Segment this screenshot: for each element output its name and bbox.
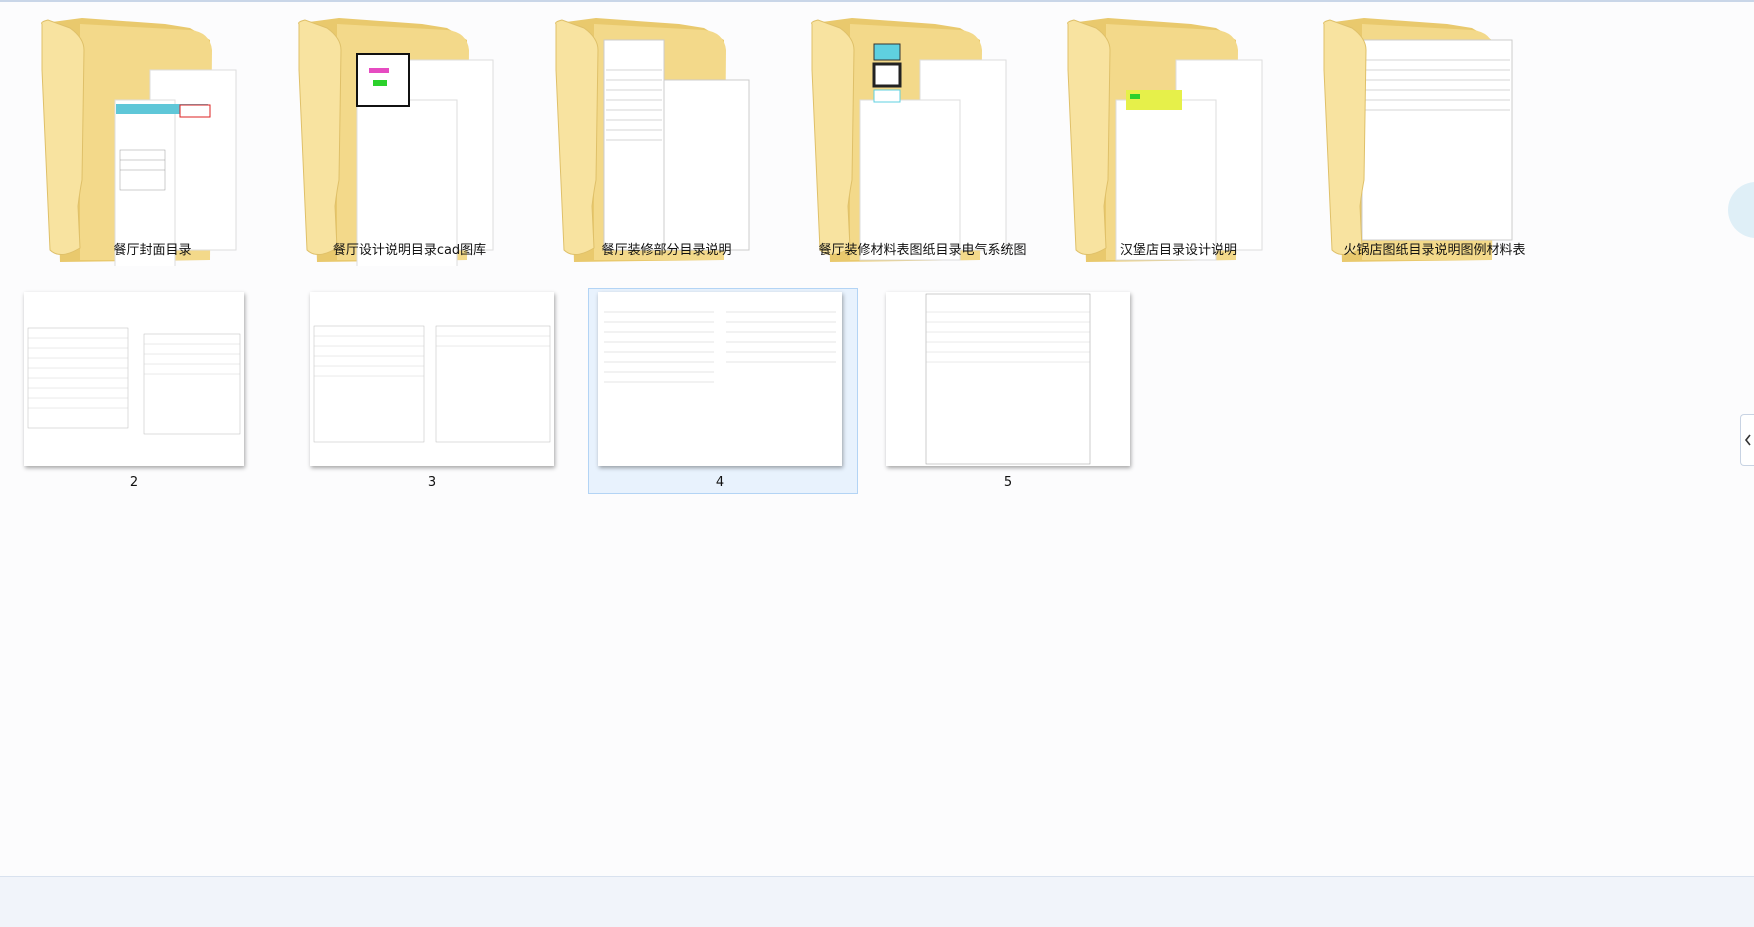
document-preview-icon <box>925 293 1091 465</box>
file-item[interactable]: 4 <box>598 292 842 490</box>
folder-icon <box>1067 18 1263 262</box>
folder-icon <box>298 18 494 271</box>
file-thumbnail <box>886 292 1130 466</box>
folder-icon <box>811 18 1007 262</box>
folder-label: 火锅店图纸目录说明图例材料表 <box>1343 243 1526 258</box>
document-preview-icon <box>604 311 836 383</box>
file-thumbnail <box>24 292 244 466</box>
status-bar <box>0 876 1754 927</box>
file-label: 2 <box>129 475 139 490</box>
folder-icon <box>1323 18 1513 262</box>
folder-label: 餐厅封面目录 <box>113 243 192 258</box>
file-label: 5 <box>1003 475 1013 490</box>
file-view[interactable]: 餐厅封面目录 餐厅设计说明目录cad图库 餐厅装修部分目录说明 餐厅装修材料表图… <box>0 2 1754 876</box>
folder-label: 餐厅设计说明目录cad图库 <box>332 243 487 258</box>
folder-item[interactable]: 汉堡店目录设计说明 <box>1046 10 1311 290</box>
document-preview-icon <box>313 325 551 443</box>
file-item[interactable]: 2 <box>24 292 244 490</box>
file-thumbnail <box>310 292 554 466</box>
side-decoration <box>1728 182 1754 238</box>
folder-icon <box>41 18 237 271</box>
file-label: 4 <box>715 475 725 490</box>
folder-icon <box>555 18 750 262</box>
file-thumbnail <box>598 292 842 466</box>
file-item[interactable]: 3 <box>310 292 554 490</box>
folder-item[interactable]: 餐厅装修材料表图纸目录电气系统图 <box>790 10 1055 290</box>
folder-label: 汉堡店目录设计说明 <box>1119 243 1237 258</box>
folder-item[interactable]: 餐厅装修部分目录说明 <box>534 10 799 290</box>
folder-item[interactable]: 餐厅封面目录 <box>20 10 285 290</box>
chevron-left-icon <box>1744 434 1751 446</box>
folder-item[interactable]: 火锅店图纸目录说明图例材料表 <box>1302 10 1567 290</box>
document-preview-icon <box>27 327 241 435</box>
folder-label: 餐厅装修材料表图纸目录电气系统图 <box>818 243 1027 258</box>
collapse-pane-button[interactable] <box>1740 414 1754 466</box>
file-label: 3 <box>427 475 437 490</box>
file-item[interactable]: 5 <box>886 292 1130 490</box>
folder-item[interactable]: 餐厅设计说明目录cad图库 <box>277 10 542 290</box>
folder-label: 餐厅装修部分目录说明 <box>601 243 732 258</box>
